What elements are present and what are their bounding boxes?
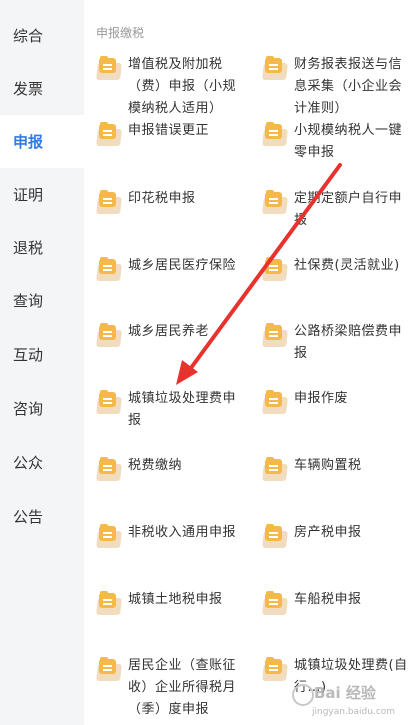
watermark: Bai 经验 jingyan.baidu.com	[292, 680, 410, 724]
watermark-sub-text: jingyan.baidu.com	[312, 707, 396, 717]
annotation-arrow-icon	[176, 163, 342, 385]
paw-logo-icon	[292, 684, 314, 706]
watermark-main-text: Bai 经验	[314, 684, 376, 702]
